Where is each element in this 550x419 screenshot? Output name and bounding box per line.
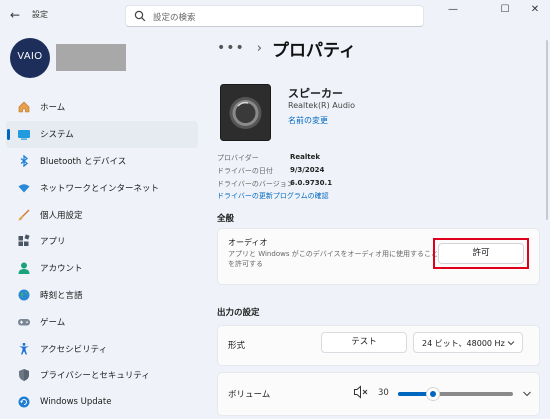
format-label: 形式 — [228, 341, 246, 351]
sidebar-item-bluetooth[interactable]: Bluetooth とデバイス — [6, 148, 198, 175]
volume-value: 30 — [378, 388, 389, 398]
minimize-button[interactable]: — — [442, 3, 464, 17]
search-placeholder: 設定の検索 — [153, 13, 196, 23]
scrollbar[interactable] — [546, 40, 548, 220]
volume-label: ボリューム — [228, 390, 271, 400]
audio-title: オーディオ — [228, 238, 268, 247]
test-button[interactable]: テスト — [321, 332, 407, 353]
driver-date-value: 9/3/2024 — [290, 166, 325, 174]
sidebar-item-gaming[interactable]: ゲーム — [6, 308, 198, 335]
output-section-title: 出力の設定 — [217, 308, 260, 318]
format-select-value: 24 ビット、48000 Hz — [422, 339, 505, 348]
volume-slider[interactable] — [398, 387, 513, 401]
app-title: 設定 — [32, 10, 48, 19]
gamepad-icon — [18, 318, 30, 326]
title-bar: ← 設定 設定の検索 — ☐ ✕ — [0, 0, 550, 30]
maximize-button[interactable]: ☐ — [494, 3, 516, 17]
chevron-down-icon — [507, 341, 515, 346]
format-select[interactable]: 24 ビット、48000 Hz — [413, 332, 523, 353]
vaio-logo: VAIO — [17, 51, 43, 62]
sidebar-item-home[interactable]: ホーム — [6, 94, 198, 121]
rename-link[interactable]: 名前の変更 — [288, 115, 328, 126]
brush-icon — [18, 209, 30, 221]
sidebar-item-time-language[interactable]: 時刻と言語 — [6, 282, 198, 309]
system-icon — [18, 130, 30, 140]
sidebar-item-privacy[interactable]: プライバシーとセキュリティ — [6, 362, 198, 389]
sidebar: ホーム システム Bluetooth とデバイス ネットワークとインターネット … — [6, 94, 198, 416]
globe-icon — [18, 289, 30, 301]
driver-version-label: ドライバーのバージョン — [217, 180, 294, 188]
sidebar-item-windows-update[interactable]: Windows Update — [6, 389, 198, 416]
driver-date-label: ドライバーの日付 — [217, 167, 273, 175]
sidebar-item-accessibility[interactable]: アクセシビリティ — [6, 335, 198, 362]
driver-version-value: 6.0.9730.1 — [290, 179, 333, 187]
speaker-icon — [220, 84, 271, 141]
breadcrumb-separator-icon: › — [256, 40, 262, 56]
provider-value: Realtek — [290, 153, 321, 161]
page-title: プロパティ — [271, 40, 356, 61]
driver-update-link[interactable]: ドライバーの更新プログラムの確認 — [217, 191, 329, 201]
volume-slider-thumb[interactable] — [425, 387, 440, 401]
search-box[interactable]: 設定の検索 — [125, 5, 424, 27]
device-driver-name: Realtek(R) Audio — [288, 101, 356, 110]
avatar[interactable]: VAIO — [10, 38, 50, 78]
device-name: スピーカー — [288, 87, 343, 100]
wifi-icon — [18, 184, 30, 193]
update-icon — [18, 396, 30, 408]
volume-card: ボリューム 30 — [217, 372, 540, 416]
account-icon — [18, 262, 30, 275]
sidebar-item-accounts[interactable]: アカウント — [6, 255, 198, 282]
bluetooth-icon — [20, 154, 29, 168]
general-section-title: 全般 — [217, 214, 235, 224]
speaker-mute-icon[interactable] — [353, 385, 369, 399]
allow-highlight: 許可 — [433, 238, 529, 269]
format-card: 形式 テスト 24 ビット、48000 Hz — [217, 325, 540, 366]
sidebar-item-system[interactable]: システム — [6, 120, 198, 148]
accessibility-icon — [19, 342, 29, 355]
sidebar-item-network[interactable]: ネットワークとインターネット — [6, 174, 198, 201]
close-button[interactable]: ✕ — [524, 3, 546, 17]
back-button[interactable]: ← — [6, 6, 24, 24]
sidebar-item-apps[interactable]: アプリ — [6, 228, 198, 255]
home-icon — [18, 101, 30, 113]
breadcrumb: ••• › プロパティ — [217, 36, 356, 61]
search-icon — [134, 10, 146, 22]
chevron-down-icon[interactable] — [522, 389, 532, 399]
allow-button[interactable]: 許可 — [438, 243, 524, 264]
profile-name-redacted — [56, 44, 126, 71]
audio-description: アプリと Windows がこのデバイスをオーディオ用に使用することを許可する — [228, 250, 438, 268]
shield-icon — [19, 369, 29, 382]
apps-icon — [18, 234, 30, 247]
audio-card: オーディオ アプリと Windows がこのデバイスをオーディオ用に使用すること… — [217, 228, 540, 285]
breadcrumb-more-button[interactable]: ••• — [217, 40, 245, 56]
sidebar-item-personalization[interactable]: 個人用設定 — [6, 201, 198, 228]
provider-label: プロバイダー — [217, 154, 259, 162]
